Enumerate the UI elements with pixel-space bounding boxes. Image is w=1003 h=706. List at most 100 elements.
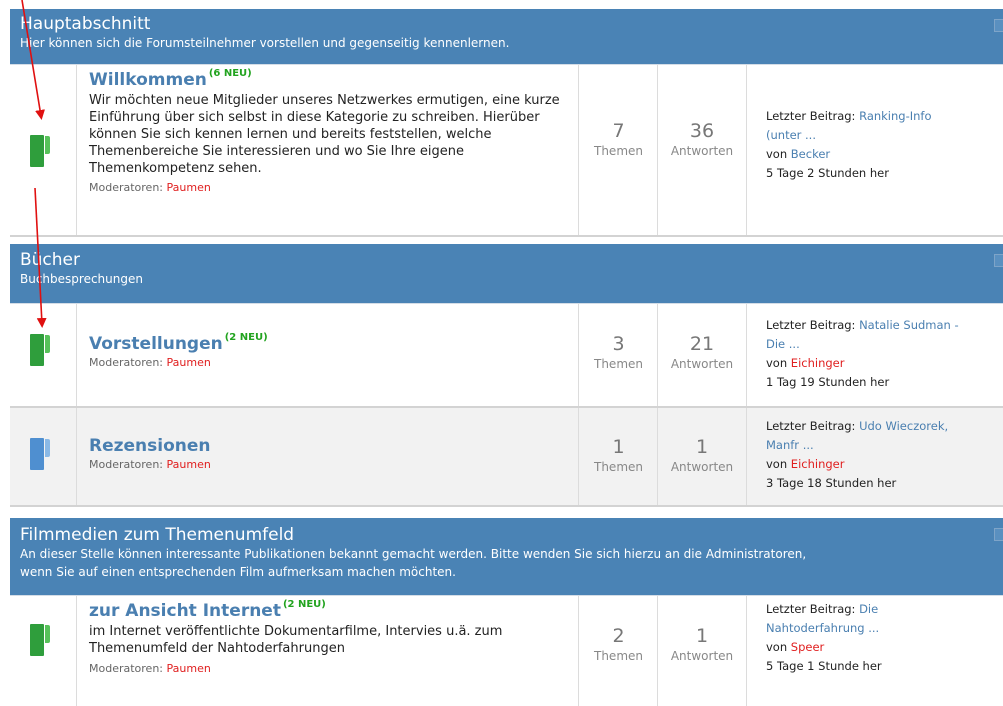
forum-main-cell: Willkommen (6 NEU) Wir möchten neue Mitgl… <box>77 65 579 235</box>
category-description-cont: wenn Sie auf einen entsprechenden Film a… <box>20 565 456 579</box>
last-post-label: Letzter Beitrag: <box>766 109 856 123</box>
topics-count: 2 <box>612 625 625 647</box>
category-description: Hier können sich die Forumsteilnehmer vo… <box>20 36 510 50</box>
new-badge: (2 NEU) <box>282 599 326 610</box>
topics-label: Themen <box>594 357 643 371</box>
moderator-link[interactable]: Paumen <box>167 181 211 194</box>
by-label: von <box>766 356 788 370</box>
moderator-link[interactable]: Paumen <box>167 662 211 675</box>
replies-count-cell: 1 Antworten <box>658 408 747 505</box>
last-post-link[interactable]: Udo Wieczorek, <box>859 419 948 433</box>
new-badge: (6 NEU) <box>208 68 252 79</box>
replies-count: 21 <box>689 333 715 355</box>
last-post-user[interactable]: Eichinger <box>791 457 845 471</box>
category-description: Buchbesprechungen <box>20 272 143 286</box>
topics-label: Themen <box>594 144 643 158</box>
replies-count-cell: 21 Antworten <box>658 304 747 406</box>
last-post-time: 3 Tage 18 Stunden her <box>766 476 897 490</box>
topics-label: Themen <box>594 460 643 474</box>
last-post-time: 1 Tag 19 Stunden her <box>766 375 890 389</box>
category-title[interactable]: Bücher <box>20 250 1003 270</box>
collapse-icon[interactable] <box>994 19 1003 32</box>
forum-row-zur-ansicht-internet: zur Ansicht Internet (2 NEU) im Internet … <box>10 596 1003 706</box>
forum-icon-cell <box>10 408 77 505</box>
replies-count: 1 <box>695 625 709 647</box>
by-label: von <box>766 640 788 654</box>
collapse-icon[interactable] <box>994 528 1003 541</box>
last-post-link-cont[interactable]: Die ... <box>766 337 800 351</box>
forum-row-vorstellungen: Vorstellungen (2 NEU) Moderatoren: Paumen… <box>10 304 1003 408</box>
last-post-user[interactable]: Speer <box>791 640 824 654</box>
collapse-icon[interactable] <box>994 254 1003 267</box>
forum-row-willkommen: Willkommen (6 NEU) Wir möchten neue Mitgl… <box>10 65 1003 237</box>
topics-count-cell: 1 Themen <box>580 408 658 505</box>
folder-icon <box>30 135 50 167</box>
last-post-link-cont[interactable]: (unter ... <box>766 128 816 142</box>
forum-title-link[interactable]: Rezensionen <box>89 436 211 456</box>
forum-title-link[interactable]: Vorstellungen <box>89 334 223 354</box>
last-post-link[interactable]: Ranking-Info <box>859 109 931 123</box>
topics-count: 1 <box>612 436 625 458</box>
last-post-link-cont[interactable]: Manfr ... <box>766 438 814 452</box>
last-post-link[interactable]: Natalie Sudman - <box>859 318 959 332</box>
last-post-link-cont[interactable]: Nahtoderfahrung ... <box>766 621 879 635</box>
forum-icon-cell <box>10 65 77 235</box>
last-post-user[interactable]: Eichinger <box>791 356 845 370</box>
moderator-link[interactable]: Paumen <box>167 356 211 369</box>
forum-main-cell: Rezensionen Moderatoren: Paumen <box>77 408 579 505</box>
last-post-user[interactable]: Becker <box>791 147 830 161</box>
topics-count-cell: 2 Themen <box>580 596 658 706</box>
last-post-cell: Letzter Beitrag: Natalie Sudman - Die ..… <box>748 304 1003 406</box>
replies-label: Antworten <box>670 144 734 158</box>
last-post-label: Letzter Beitrag: <box>766 318 856 332</box>
last-post-cell: Letzter Beitrag: Die Nahtoderfahrung ...… <box>748 596 1003 706</box>
folder-icon <box>30 624 50 656</box>
topics-label: Themen <box>594 649 643 663</box>
forum-main-cell: zur Ansicht Internet (2 NEU) im Internet … <box>77 596 579 706</box>
moderators: Moderatoren: Paumen <box>89 458 578 471</box>
forum-title-link[interactable]: Willkommen <box>89 70 207 90</box>
moderators: Moderatoren: Paumen <box>89 662 578 675</box>
moderators-label: Moderatoren: <box>89 356 164 369</box>
forum-icon-cell <box>10 304 77 406</box>
last-post-cell: Letzter Beitrag: Ranking-Info (unter ...… <box>748 65 1003 235</box>
last-post-link[interactable]: Die <box>859 602 878 616</box>
last-post-label: Letzter Beitrag: <box>766 419 856 433</box>
category-title[interactable]: Filmmedien zum Themenumfeld <box>20 525 1003 545</box>
folder-icon <box>30 334 50 366</box>
forum-title-link[interactable]: zur Ansicht Internet <box>89 601 281 621</box>
forum-icon-cell <box>10 596 77 706</box>
topics-count: 3 <box>612 333 625 355</box>
forum-description: im Internet veröffentlichte Dokumentarfi… <box>89 624 503 656</box>
replies-count-cell: 1 Antworten <box>658 596 747 706</box>
forum-description: Wir möchten neue Mitglieder unseres Netz… <box>89 93 560 176</box>
category-header: Filmmedien zum Themenumfeld An dieser St… <box>10 518 1003 596</box>
by-label: von <box>766 147 788 161</box>
forum-row-rezensionen: Rezensionen Moderatoren: Paumen 1 Themen… <box>10 408 1003 507</box>
moderator-link[interactable]: Paumen <box>167 458 211 471</box>
category-title[interactable]: Hauptabschnitt <box>20 14 1003 34</box>
replies-count-cell: 36 Antworten <box>658 65 747 235</box>
category-buecher: Bücher Buchbesprechungen Vorstellungen (2… <box>10 244 1003 507</box>
moderators-label: Moderatoren: <box>89 662 164 675</box>
category-description: An dieser Stelle können interessante Pub… <box>20 547 807 561</box>
new-badge: (2 NEU) <box>224 332 268 343</box>
moderators-label: Moderatoren: <box>89 458 164 471</box>
by-label: von <box>766 457 788 471</box>
replies-label: Antworten <box>670 460 734 474</box>
last-post-time: 5 Tage 1 Stunde her <box>766 659 882 673</box>
moderators: Moderatoren: Paumen <box>89 356 578 369</box>
replies-label: Antworten <box>670 649 734 663</box>
replies-count: 36 <box>689 120 715 142</box>
moderators: Moderatoren: Paumen <box>89 181 578 194</box>
moderators-label: Moderatoren: <box>89 181 164 194</box>
category-hauptabschnitt: Hauptabschnitt Hier können sich die Foru… <box>10 9 1003 237</box>
topics-count-cell: 7 Themen <box>580 65 658 235</box>
replies-label: Antworten <box>670 357 734 371</box>
forum-main-cell: Vorstellungen (2 NEU) Moderatoren: Paumen <box>77 304 579 406</box>
category-header: Bücher Buchbesprechungen <box>10 244 1003 304</box>
last-post-cell: Letzter Beitrag: Udo Wieczorek, Manfr ..… <box>748 408 1003 505</box>
folder-icon <box>30 438 50 470</box>
topics-count: 7 <box>612 120 625 142</box>
last-post-time: 5 Tage 2 Stunden her <box>766 166 889 180</box>
